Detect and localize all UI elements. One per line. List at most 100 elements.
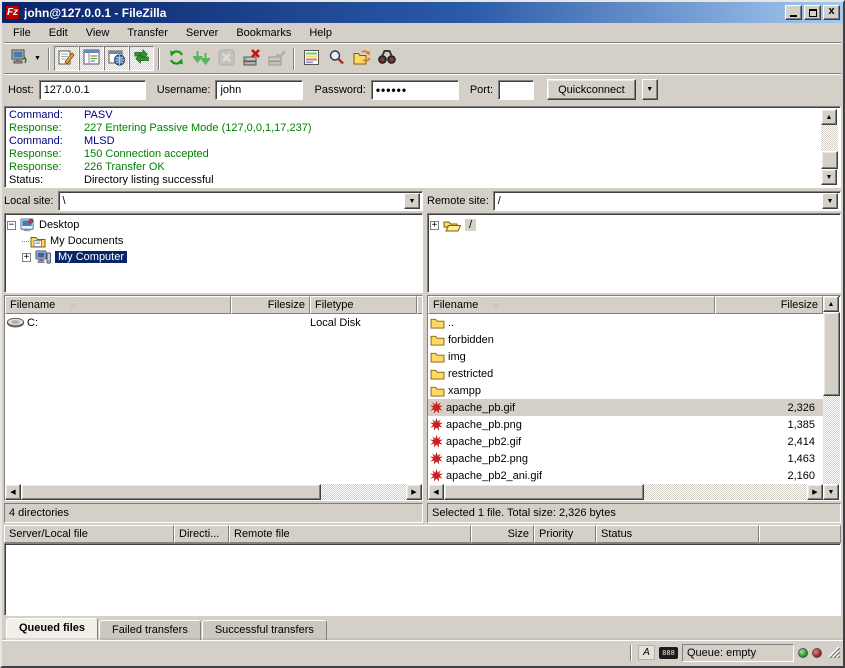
scroll-down-button[interactable]: ▼ (823, 484, 839, 500)
expand-icon[interactable]: + (430, 221, 439, 230)
chevron-down-icon[interactable]: ▼ (822, 193, 838, 209)
menu-server[interactable]: Server (177, 25, 227, 41)
transfer-type-indicator-icon[interactable]: A (638, 645, 655, 660)
file-row[interactable]: apache_pb2.gif2,414 (428, 433, 823, 450)
menu-view[interactable]: View (77, 25, 119, 41)
column-filetype[interactable]: Filetype (310, 296, 417, 314)
remote-horizontal-scrollbar[interactable]: ◀ ▶ (428, 484, 823, 500)
refresh-button[interactable] (164, 46, 189, 71)
toggle-queue-button[interactable] (129, 46, 154, 71)
local-horizontal-scrollbar[interactable]: ◀ ▶ (5, 484, 422, 500)
column-filename[interactable]: Filename▲ (428, 296, 715, 314)
scroll-track[interactable] (821, 125, 838, 151)
site-manager-dropdown[interactable]: ▼ (31, 46, 44, 71)
scroll-track[interactable] (823, 396, 840, 484)
tab-queued-files[interactable]: Queued files (6, 618, 98, 640)
scroll-up-button[interactable]: ▲ (823, 296, 839, 312)
log-scrollbar[interactable]: ▲ ▼ (821, 109, 838, 185)
quickconnect-button[interactable]: Quickconnect (547, 79, 636, 100)
minimize-button[interactable] (785, 5, 802, 20)
column-size[interactable]: Size (471, 525, 534, 543)
file-row[interactable]: apache_pb.png1,385 (428, 416, 823, 433)
close-button[interactable]: x (823, 5, 840, 20)
scroll-right-button[interactable]: ▶ (807, 484, 823, 500)
host-label: Host: (8, 84, 34, 96)
file-row[interactable]: .. (428, 314, 823, 331)
resize-grip[interactable] (826, 644, 840, 661)
filter-button[interactable] (324, 46, 349, 71)
toolbar-separator (48, 48, 50, 70)
file-row[interactable]: restricted (428, 365, 823, 382)
tree-connector (22, 241, 29, 242)
tree-item-my-documents[interactable]: My Documents (7, 233, 420, 249)
queue-body[interactable] (4, 543, 841, 616)
column-remote-file[interactable]: Remote file (229, 525, 471, 543)
scroll-left-button[interactable]: ◀ (5, 484, 21, 500)
scroll-track[interactable] (644, 484, 807, 500)
file-row[interactable]: apache_pb2.png1,463 (428, 450, 823, 467)
file-row[interactable]: img (428, 348, 823, 365)
disconnect-button[interactable] (239, 46, 264, 71)
message-log: Command:PASV Response:227 Entering Passi… (4, 106, 841, 188)
menu-file[interactable]: File (4, 25, 40, 41)
scroll-thumb[interactable] (21, 484, 321, 500)
column-priority[interactable]: Priority (534, 525, 596, 543)
site-manager-button[interactable] (6, 46, 31, 71)
column-status[interactable]: Status (596, 525, 759, 543)
log-line: Status:Directory listing successful (7, 174, 821, 185)
scroll-track[interactable] (321, 484, 406, 500)
host-input[interactable] (39, 80, 146, 100)
directory-comparison-button[interactable] (299, 46, 324, 71)
open-folder-icon (443, 219, 461, 232)
file-row[interactable]: forbidden (428, 331, 823, 348)
expand-icon[interactable]: + (22, 253, 31, 262)
reconnect-button[interactable] (264, 46, 289, 71)
cancel-button[interactable] (214, 46, 239, 71)
toggle-local-tree-button[interactable] (79, 46, 104, 71)
menu-bookmarks[interactable]: Bookmarks (227, 25, 300, 41)
column-server-local-file[interactable]: Server/Local file (4, 525, 174, 543)
column-filesize[interactable]: Filesize (715, 296, 823, 314)
menu-help[interactable]: Help (300, 25, 341, 41)
menu-edit[interactable]: Edit (40, 25, 77, 41)
speed-limit-indicator-icon[interactable]: 888 (659, 647, 678, 659)
toggle-remote-tree-button[interactable] (104, 46, 129, 71)
scroll-thumb[interactable] (444, 484, 644, 500)
maximize-button[interactable] (804, 5, 821, 20)
remote-file-list: Filename▲ Filesize .. forbidden img rest… (427, 295, 841, 501)
local-site-combo[interactable]: \ ▼ (58, 191, 423, 211)
synchronized-browsing-button[interactable] (349, 46, 374, 71)
tree-item-root[interactable]: + / (430, 217, 838, 233)
remote-site-combo[interactable]: / ▼ (493, 191, 841, 211)
scroll-down-button[interactable]: ▼ (821, 169, 837, 185)
process-queue-button[interactable] (189, 46, 214, 71)
file-row[interactable]: xampp (428, 382, 823, 399)
collapse-icon[interactable]: − (7, 221, 16, 230)
file-row-c-drive[interactable]: C: Local Disk (5, 314, 422, 331)
find-files-button[interactable] (374, 46, 399, 71)
username-input[interactable] (215, 80, 303, 100)
log-line: Command:MLSD (7, 135, 821, 148)
folder-icon (430, 317, 445, 329)
toggle-log-button[interactable] (54, 46, 79, 71)
scroll-thumb[interactable] (823, 312, 840, 396)
column-filesize[interactable]: Filesize (231, 296, 310, 314)
menu-transfer[interactable]: Transfer (118, 25, 177, 41)
file-row[interactable]: apache_pb2_ani.gif2,160 (428, 467, 823, 484)
scroll-right-button[interactable]: ▶ (406, 484, 422, 500)
tree-item-desktop[interactable]: − Desktop (7, 217, 420, 233)
scroll-left-button[interactable]: ◀ (428, 484, 444, 500)
tree-item-my-computer[interactable]: + My Computer (7, 249, 420, 265)
port-input[interactable] (498, 80, 534, 100)
scroll-thumb[interactable] (821, 151, 838, 169)
tab-successful-transfers[interactable]: Successful transfers (202, 620, 327, 640)
file-row-selected[interactable]: apache_pb.gif2,326 (428, 399, 823, 416)
remote-vertical-scrollbar[interactable]: ▲ ▼ (823, 296, 840, 500)
column-filename[interactable]: Filename▲ (5, 296, 231, 314)
password-input[interactable] (371, 80, 459, 100)
chevron-down-icon[interactable]: ▼ (404, 193, 420, 209)
tab-failed-transfers[interactable]: Failed transfers (99, 620, 201, 640)
column-direction[interactable]: Directi... (174, 525, 229, 543)
quickconnect-dropdown[interactable]: ▼ (642, 79, 658, 100)
scroll-up-button[interactable]: ▲ (821, 109, 837, 125)
